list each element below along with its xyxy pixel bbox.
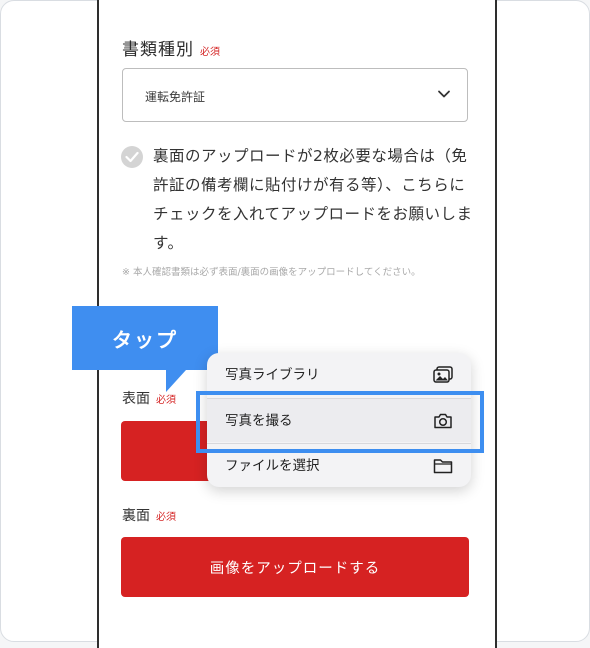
document-type-select[interactable]: 運転免許証 xyxy=(122,68,468,122)
required-badge: 必須 xyxy=(200,47,220,58)
back-label: 裏面 xyxy=(122,508,150,524)
front-label: 表面 xyxy=(122,391,150,407)
back-label-row: 裏面 必須 xyxy=(122,505,176,525)
checkbox-description: 裏面のアップロードが2枚必要な場合は（免許証の備考欄に貼付けが有る等）、こちらに… xyxy=(153,147,473,252)
document-type-heading: 書類種別 必須 xyxy=(122,35,220,60)
chevron-down-icon xyxy=(438,90,450,98)
front-required-badge: 必須 xyxy=(156,395,176,406)
tap-callout-pointer xyxy=(166,370,186,392)
back-upload-button[interactable]: 画像をアップロードする xyxy=(121,537,469,597)
photo-library-icon xyxy=(433,366,453,383)
upload-note: ※ 本人確認書類は必ず表面/裏面の画像をアップロードしてください。 xyxy=(122,267,421,278)
select-value: 運転免許証 xyxy=(145,90,206,104)
check-icon xyxy=(125,151,139,163)
folder-icon xyxy=(433,459,453,474)
back-required-badge: 必須 xyxy=(156,512,176,523)
tap-callout: タップ xyxy=(72,306,218,370)
take-photo-highlight xyxy=(196,391,484,453)
menu-item-label: ファイルを選択 xyxy=(225,458,320,474)
document-type-label: 書類種別 xyxy=(122,40,194,60)
menu-item-label: 写真ライブラリ xyxy=(225,367,320,383)
two-back-images-checkbox[interactable] xyxy=(121,146,143,168)
